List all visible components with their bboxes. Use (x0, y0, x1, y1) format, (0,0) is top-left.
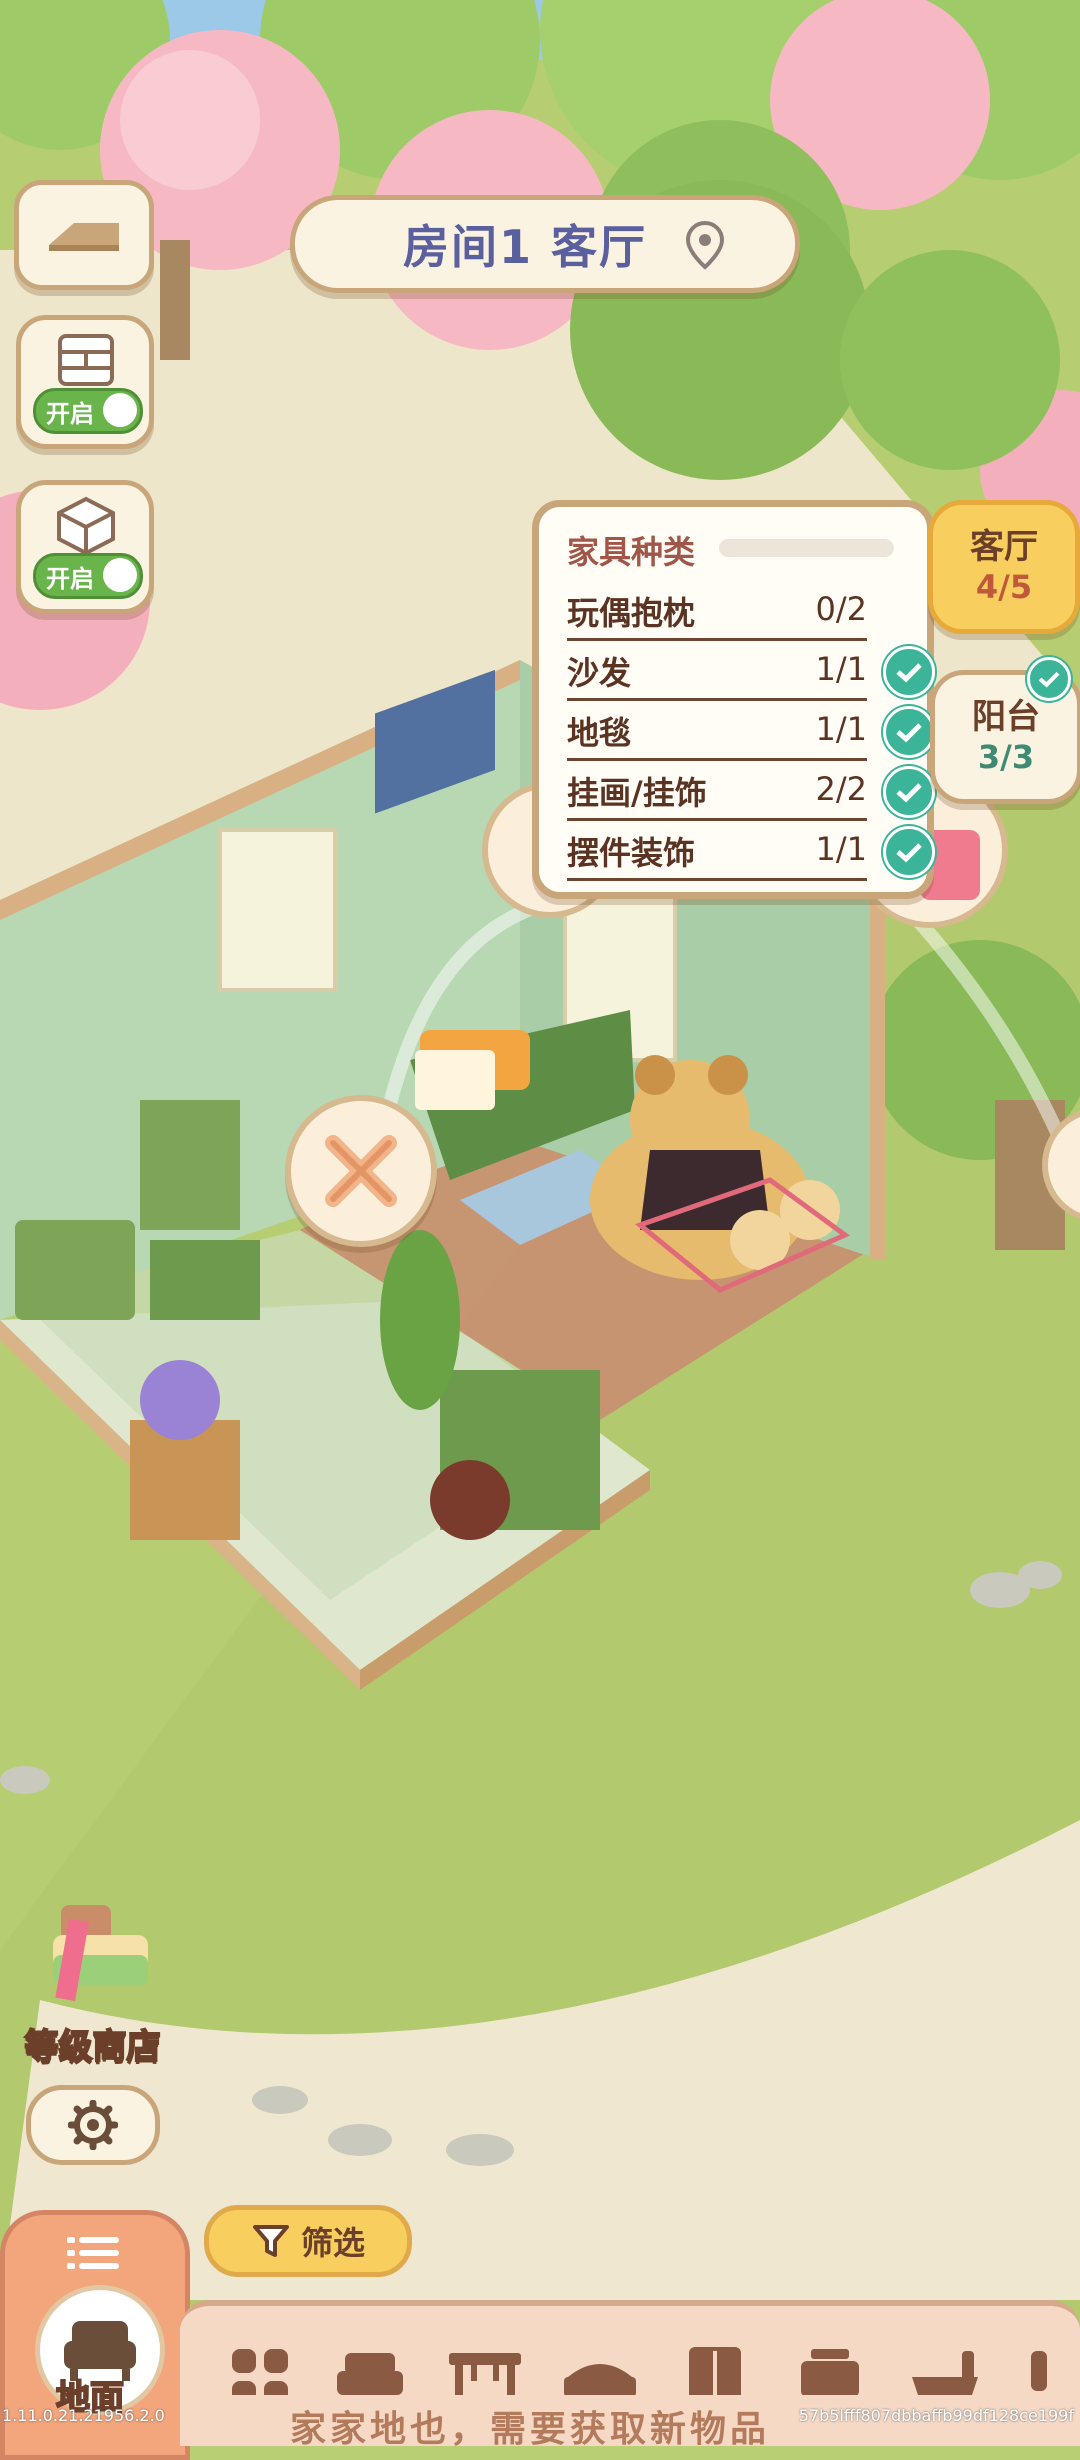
check-icon (883, 826, 935, 878)
row-label: 玩偶抱枕 (567, 594, 696, 632)
row-count: 1/1 (815, 710, 868, 748)
toggle-knob (103, 393, 137, 427)
panel-title-bar (719, 539, 894, 557)
filter-icon (252, 2225, 289, 2257)
filter-button[interactable]: 筛选 (204, 2205, 412, 2277)
check-icon (883, 766, 935, 818)
build-hash-label: 57b5lfff807dbbaffb99df128ce199f (798, 2406, 1074, 2425)
row-label: 地毯 (567, 714, 632, 752)
check-icon (1027, 657, 1071, 701)
panel-row-rug: 地毯 1/1 (567, 702, 935, 761)
toggle-knob (103, 558, 137, 592)
location-pin-icon (685, 220, 725, 270)
menu-list-icon (67, 2237, 119, 2269)
room-tab-name: 客厅 (970, 527, 1038, 567)
check-icon (883, 706, 935, 758)
panel-row-sofa: 沙发 1/1 (567, 642, 935, 701)
cube-icon (57, 496, 115, 555)
room-title-pill[interactable]: 房间1 客厅 (290, 195, 800, 293)
room-tab-count: 3/3 (977, 738, 1035, 776)
floor-toggle-label: 开启 (46, 565, 94, 593)
check-icon (883, 646, 935, 698)
close-icon (325, 1135, 397, 1207)
row-label: 挂画/挂饰 (567, 774, 707, 812)
wall-toggle-button[interactable]: 开启 (16, 315, 154, 449)
floor-toggle-button[interactable]: 开启 (16, 480, 154, 614)
room-title: 房间1 客厅 (402, 220, 648, 274)
back-arrow-icon (49, 223, 119, 251)
wall-icon (58, 334, 114, 386)
version-label: 1.11.0.21.21956.2.0 (2, 2406, 165, 2425)
bottom-banner-text: 家家地也，需要获取新物品 (290, 2409, 771, 2450)
level-shop-button[interactable]: 等级商店 (5, 1895, 180, 2068)
panel-row-dolls: 玩偶抱枕 0/2 (567, 582, 867, 641)
level-shop-label: 等级商店 (24, 2026, 162, 2068)
shop-bed-icon (52, 1905, 148, 2002)
panel-row-wall-decor: 挂画/挂饰 2/2 (567, 762, 935, 821)
back-button[interactable] (14, 180, 154, 290)
wall-toggle-label: 开启 (46, 400, 94, 428)
row-count: 1/1 (815, 830, 868, 868)
row-count: 1/1 (815, 650, 868, 688)
furniture-type-panel: 家具种类 玩偶抱枕 0/2 沙发 1/1 地毯 1/1 挂画/挂饰 2/2 摆件… (532, 500, 935, 899)
gear-icon (68, 2100, 118, 2150)
floor-toggle-switch[interactable]: 开启 (33, 553, 143, 599)
room-tab-count: 4/5 (975, 568, 1033, 606)
room-tab-living[interactable]: 客厅 4/5 (928, 500, 1080, 634)
settings-button[interactable] (26, 2085, 160, 2165)
wall-toggle-switch[interactable]: 开启 (33, 388, 143, 434)
row-label: 沙发 (567, 654, 632, 692)
row-count: 0/2 (815, 590, 868, 628)
panel-row-ornaments: 摆件装饰 1/1 (567, 822, 935, 881)
cancel-placement-button[interactable] (285, 1095, 437, 1247)
row-count: 2/2 (815, 770, 868, 808)
row-label: 摆件装饰 (567, 834, 696, 872)
panel-title: 家具种类 (567, 533, 696, 571)
filter-label: 筛选 (300, 2224, 365, 2262)
room-tab-balcony[interactable]: 阳台 3/3 (930, 657, 1080, 804)
